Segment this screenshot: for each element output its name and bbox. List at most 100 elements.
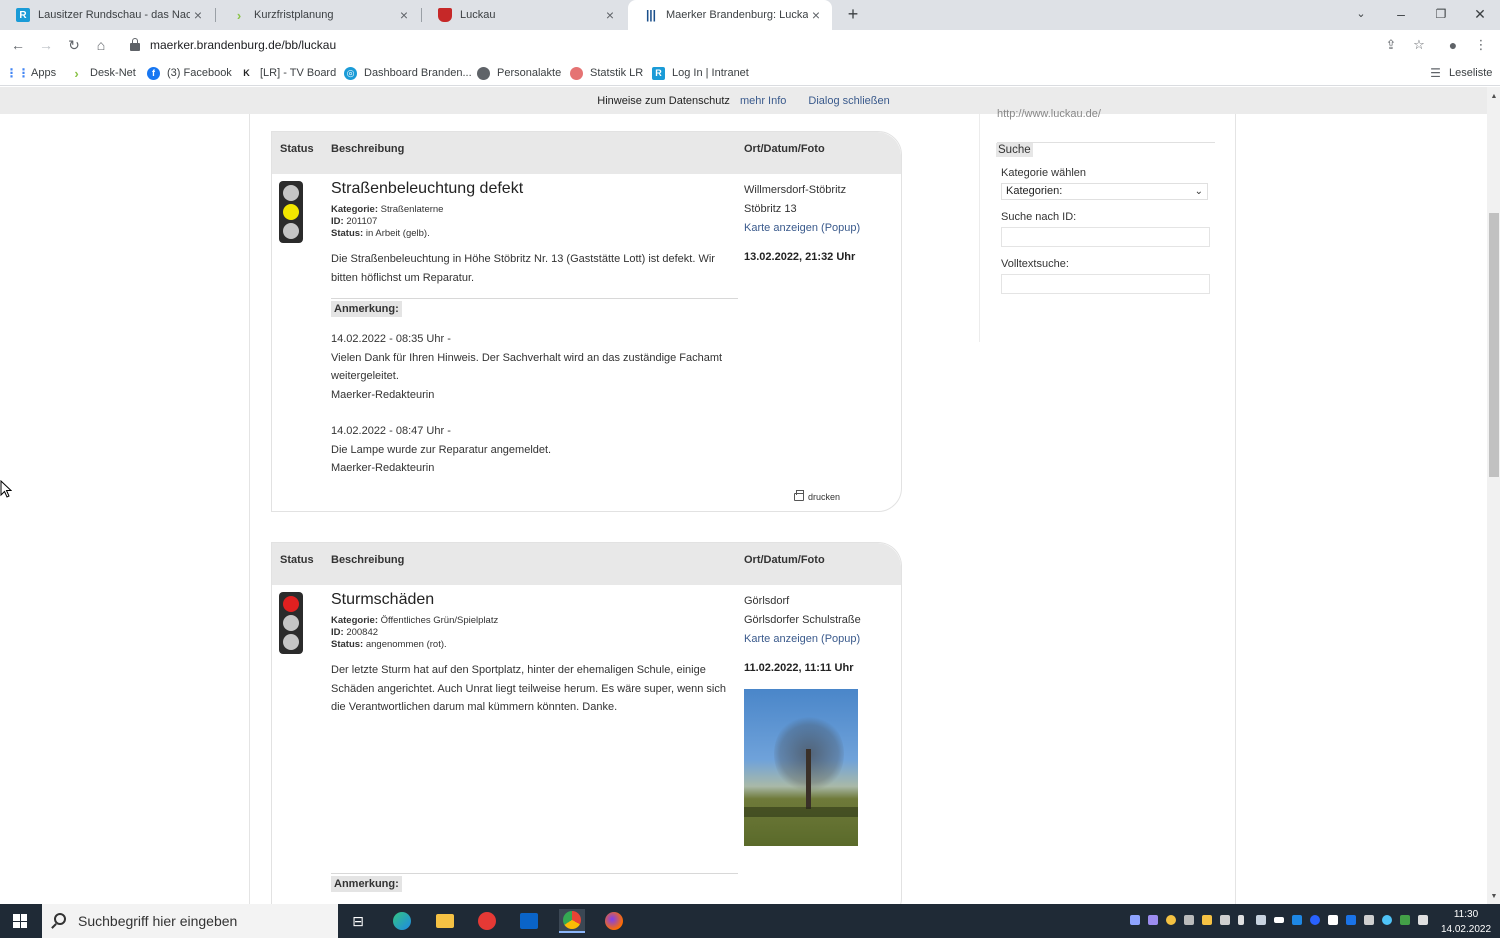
tray-app-icon[interactable] (1292, 915, 1302, 925)
tab-maerker-luckau[interactable]: ||| Maerker Brandenburg: Luckau × (628, 0, 832, 30)
show-map-link[interactable]: Karte anzeigen (Popup) (744, 219, 860, 238)
address-bar[interactable]: maerker.brandenburg.de/bb/luckau (130, 35, 1400, 55)
facebook-icon: f (147, 66, 160, 80)
tab-search-icon[interactable]: ⌄ (1341, 0, 1381, 30)
tab-kurzfristplanung[interactable]: › Kurzfristplanung × (216, 0, 420, 30)
firefox-icon[interactable] (601, 909, 627, 933)
apps-grid-icon: ⋮⋮ (5, 66, 30, 80)
volume-icon[interactable] (1364, 915, 1374, 925)
note-text: Die Lampe wurde zur Reparatur angemeldet… (331, 443, 552, 456)
share-icon[interactable]: ⇪ (1382, 36, 1400, 54)
chevron-right-icon: › (236, 7, 242, 23)
tray-app-icon[interactable] (1382, 915, 1392, 925)
new-tab-button[interactable]: + (843, 4, 863, 24)
report-status: angenommen (rot). (365, 639, 447, 650)
remark-note: 14.02.2022 - 08:35 Uhr - Vielen Dank für… (331, 330, 741, 404)
reading-list-label: Leseliste (1449, 67, 1493, 79)
task-view-icon[interactable]: ⊟ (345, 909, 371, 933)
star-icon[interactable]: ☆ (1410, 36, 1428, 54)
tab-luckau[interactable]: Luckau × (422, 0, 626, 30)
close-window-icon[interactable]: ✕ (1460, 0, 1500, 30)
print-button[interactable]: drucken (794, 490, 840, 502)
taskbar-search-box[interactable]: Suchbegriff hier eingeben (42, 904, 338, 938)
bookmark-facebook[interactable]: f (3) Facebook (147, 65, 232, 81)
scroll-up-icon[interactable]: ▲ (1489, 92, 1499, 102)
category-select[interactable]: Kategorien: ⌄ (1001, 183, 1208, 200)
bookmark-personalakte[interactable]: Personalakte (477, 65, 561, 81)
tray-app-icon[interactable] (1256, 915, 1266, 925)
reload-icon[interactable]: ↻ (65, 36, 83, 54)
traffic-light-icon (279, 181, 303, 243)
coat-of-arms-icon (438, 8, 452, 22)
tab-strip: R Lausitzer Rundschau - das Nachr × › Ku… (0, 0, 1500, 30)
close-icon[interactable]: × (396, 7, 412, 23)
category-label: Kategorie wählen (1001, 167, 1087, 179)
tray-app-icon[interactable] (1328, 915, 1338, 925)
profile-icon[interactable]: ● (1444, 36, 1462, 54)
note-text: Vielen Dank für Ihren Hinweis. Der Sachv… (331, 351, 723, 383)
tab-lausitzer-rundschau[interactable]: R Lausitzer Rundschau - das Nachr × (0, 0, 214, 30)
light-red-off (283, 185, 299, 201)
note-date: 14.02.2022 - 08:47 Uhr - (331, 425, 451, 437)
file-explorer-icon[interactable] (432, 909, 458, 933)
show-map-link[interactable]: Karte anzeigen (Popup) (744, 630, 861, 649)
power-app-icon[interactable] (474, 909, 500, 933)
tray-app-icon[interactable] (1166, 915, 1176, 925)
bookmark-label: Personalakte (497, 67, 562, 79)
chrome-icon[interactable] (559, 909, 585, 933)
forward-icon[interactable]: → (37, 36, 55, 54)
edge-icon[interactable] (389, 909, 415, 933)
back-icon[interactable]: ← (9, 36, 27, 54)
tray-usb-icon[interactable] (1238, 915, 1244, 925)
bookmark-dashboard[interactable]: ◎ Dashboard Branden... (344, 65, 472, 81)
bluetooth-icon[interactable] (1310, 915, 1320, 925)
restore-icon[interactable]: ❐ (1421, 0, 1461, 30)
close-dialog-link[interactable]: Dialog schließen (808, 95, 889, 107)
word-icon[interactable] (1346, 915, 1356, 925)
more-info-link[interactable]: mehr Info (740, 95, 786, 107)
scrollbar-thumb[interactable] (1489, 213, 1499, 477)
scrollbar-track[interactable] (1487, 87, 1500, 904)
close-icon[interactable]: × (190, 7, 206, 23)
tray-app-icon[interactable] (1400, 915, 1410, 925)
tray-app-icon[interactable] (1184, 915, 1194, 925)
report-meta: Kategorie: Straßenlaterne ID: 201107 Sta… (331, 204, 444, 239)
privacy-notice-text: Hinweise zum Datenschutz (597, 94, 730, 107)
network-icon[interactable] (1418, 915, 1428, 925)
bookmark-apps[interactable]: ⋮⋮ Apps (5, 65, 57, 81)
fulltext-search-input[interactable] (1001, 274, 1210, 294)
tray-app-icon[interactable] (1220, 915, 1230, 925)
report-street: Görlsdorfer Schulstraße (744, 614, 861, 626)
home-icon[interactable]: ⌂ (92, 36, 110, 54)
remark-label: Anmerkung: (331, 876, 402, 892)
report-date: 11.02.2022, 11:11 Uhr (744, 662, 854, 674)
tab-title: Luckau (460, 9, 496, 21)
tray-app-icon[interactable] (1130, 915, 1140, 925)
reading-list-button[interactable]: ☰ Leseliste (1429, 65, 1492, 81)
outlook-icon[interactable] (516, 909, 542, 933)
close-icon[interactable]: × (602, 7, 618, 23)
report-table-header: Status Beschreibung Ort/Datum/Foto (272, 543, 901, 585)
bookmark-label: Dashboard Branden... (364, 67, 472, 79)
bookmark-desk-net[interactable]: › Desk-Net (70, 65, 136, 81)
bookmark-tv-board[interactable]: K [LR] - TV Board (240, 65, 336, 81)
report-photo[interactable] (744, 689, 858, 846)
windows-start-icon[interactable] (13, 914, 27, 928)
close-icon[interactable]: × (808, 7, 824, 23)
id-search-input[interactable] (1001, 227, 1210, 247)
tray-app-icon[interactable] (1274, 917, 1284, 923)
sidebar-website-link[interactable]: http://www.luckau.de/ (997, 108, 1101, 120)
header-location: Ort/Datum/Foto (744, 143, 825, 155)
bookmark-intranet[interactable]: R Log In | Intranet (652, 65, 749, 81)
privacy-notice-bar: Hinweise zum Datenschutz mehr Info Dialo… (0, 87, 1487, 114)
scroll-down-icon[interactable]: ▼ (1489, 892, 1499, 902)
remark-section: Anmerkung: (331, 298, 738, 317)
taskbar-clock[interactable]: 11:30 14.02.2022 (1438, 907, 1494, 937)
tray-folder-icon[interactable] (1202, 915, 1212, 925)
note-author: Maerker-Redakteurin (331, 388, 435, 401)
tray-app-icon[interactable] (1148, 915, 1158, 925)
menu-icon[interactable]: ⋮ (1472, 36, 1490, 54)
minimize-icon[interactable]: – (1381, 0, 1421, 30)
lock-icon (130, 38, 140, 51)
bookmark-statstik[interactable]: Statstik LR (570, 65, 643, 81)
